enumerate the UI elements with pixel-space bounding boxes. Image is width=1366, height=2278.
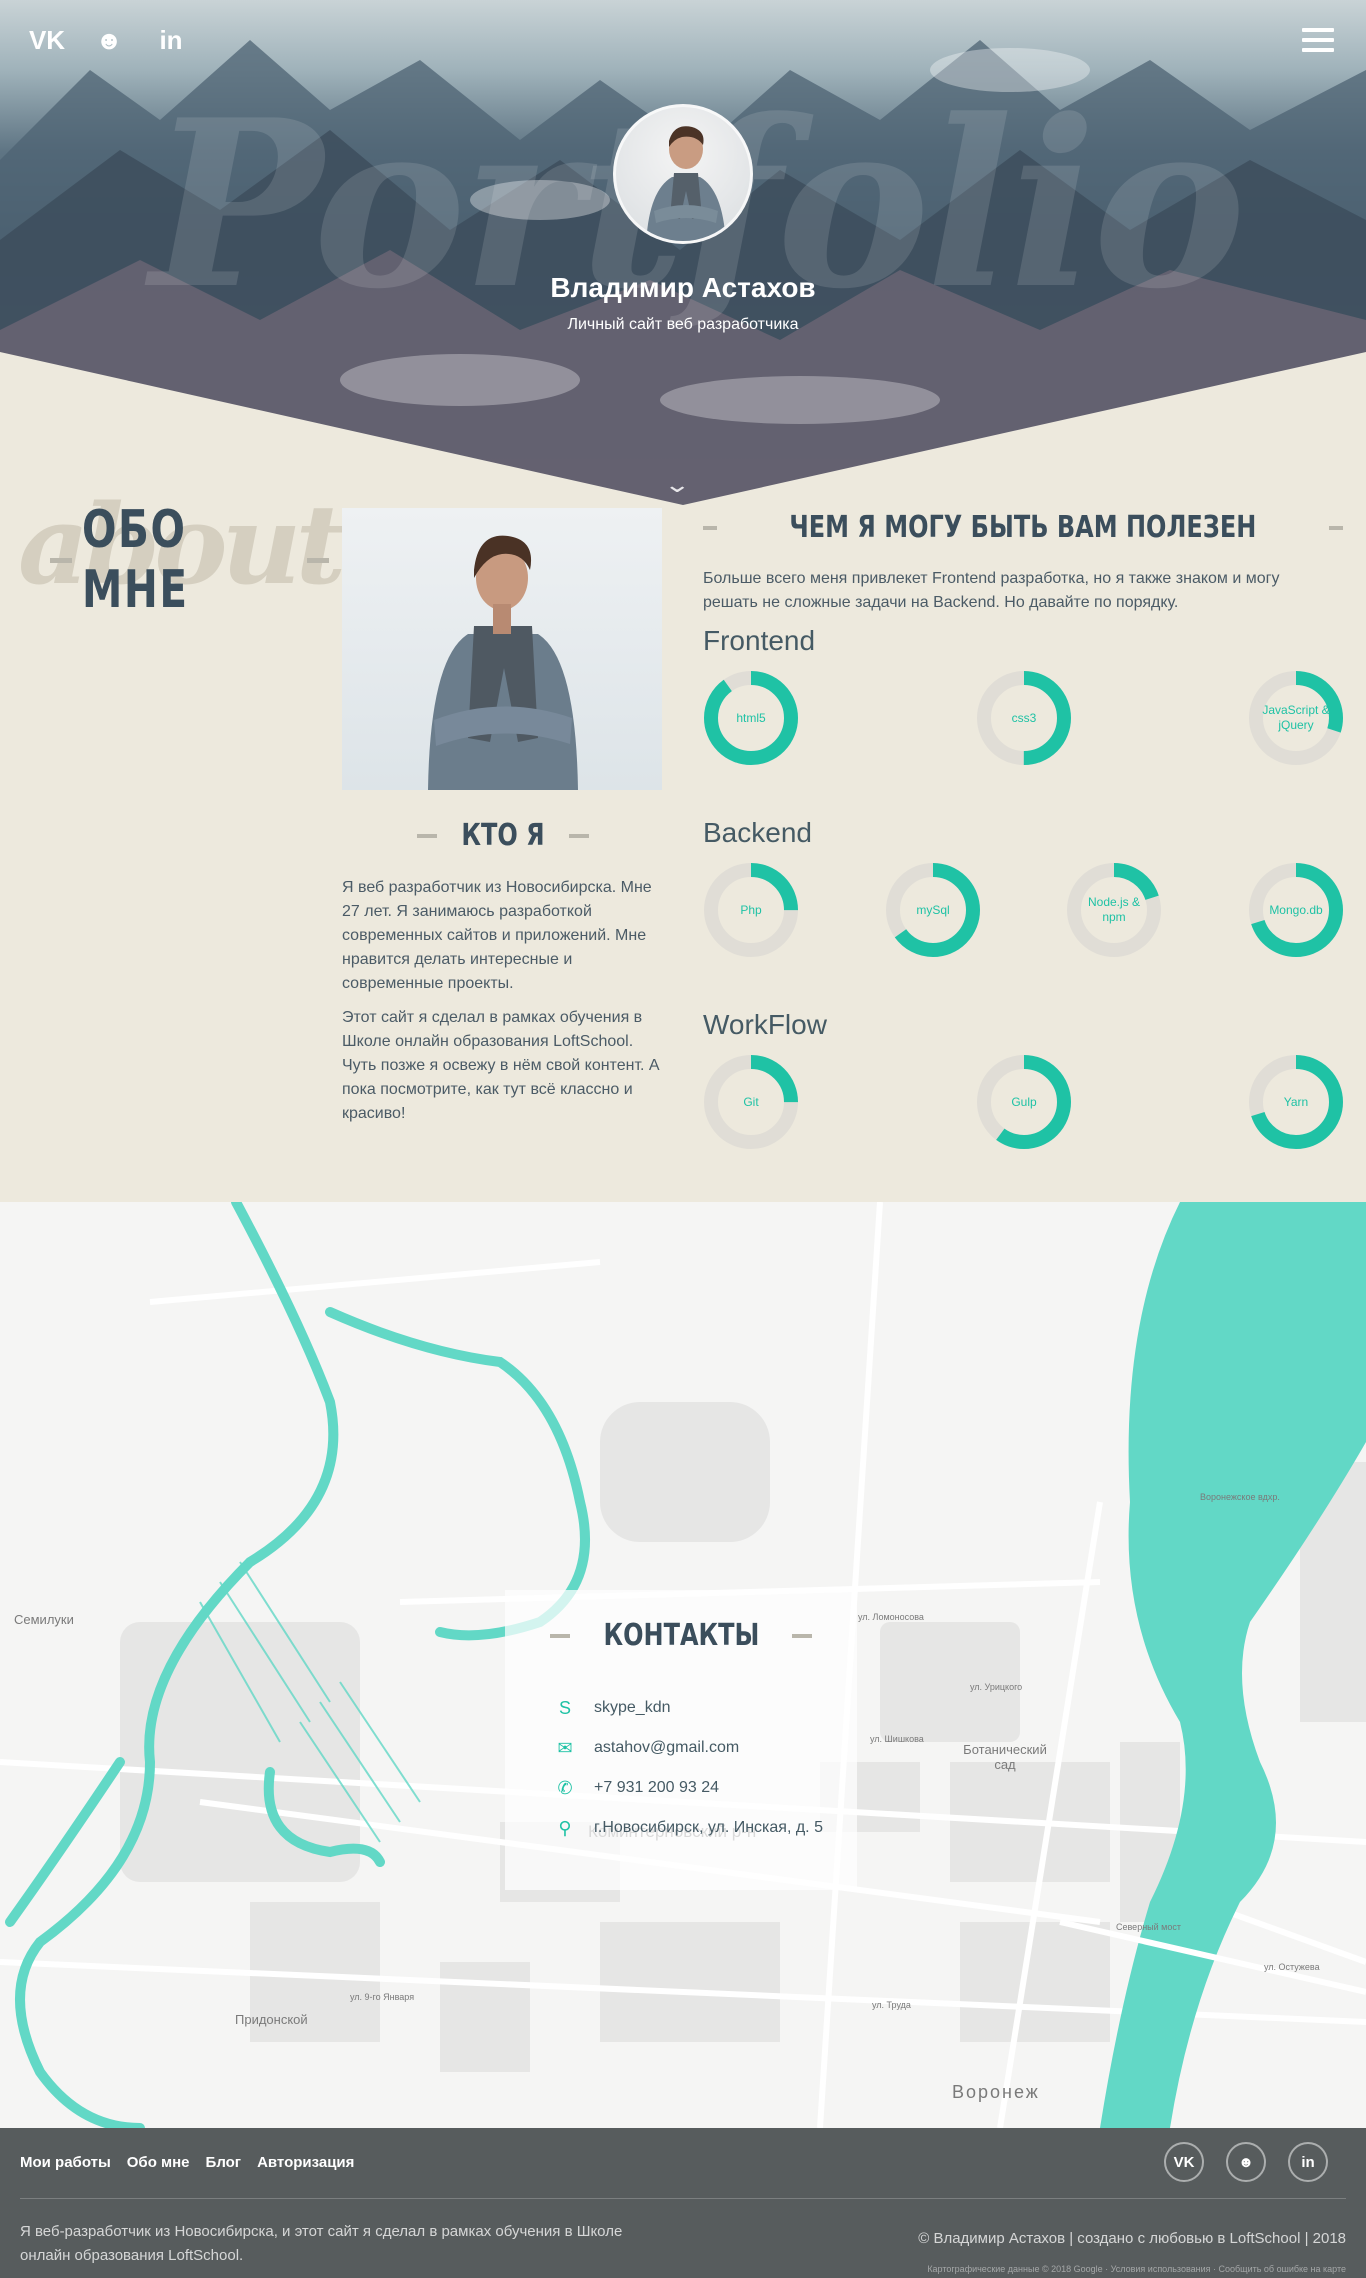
- skill-label: css3: [1011, 710, 1037, 725]
- map-label: ул. Шишкова: [870, 1734, 924, 1744]
- skill-donut: Yarn: [1248, 1054, 1344, 1150]
- skill-label: html5: [736, 710, 766, 725]
- footer-nav-link[interactable]: Авторизация: [257, 2154, 354, 2171]
- contact-value: astahov@gmail.com: [594, 1739, 740, 1756]
- map-credit: Картографические данные © 2018 Google · …: [927, 2264, 1346, 2274]
- map-label: ул. Ломоносова: [858, 1612, 924, 1622]
- who-paragraph: Я веб разработчик из Новосибирска. Мне 2…: [342, 879, 652, 992]
- contact-row: ✆ +7 931 200 93 24: [550, 1768, 823, 1808]
- title-dash: [1328, 525, 1343, 530]
- contact-list: Sskype_kdn ✉ astahov@gmail.com ✆ +7 931 200 …: [550, 1688, 823, 1848]
- footer-copyright: © Владимир Астахов | создано с любовью в…: [918, 2230, 1346, 2247]
- map-label: ул. 9-го Января: [350, 1992, 415, 2002]
- footer-nav-link[interactable]: Мои работы: [20, 2154, 111, 2171]
- footer-divider: [20, 2198, 1346, 2199]
- title-dash: [549, 1633, 570, 1638]
- contact-row: Sskype_kdn: [550, 1688, 823, 1728]
- skill-donut: css3: [976, 670, 1072, 766]
- contact-row: ✉ astahov@gmail.com: [550, 1728, 823, 1768]
- footer-about-text: Я веб-разработчик из Новосибирска, и это…: [20, 2223, 623, 2264]
- skill-donut: mySql: [885, 862, 981, 958]
- who-title: КТО Я: [461, 818, 545, 853]
- skill-donut: Php: [703, 862, 799, 958]
- mail-icon: ✉: [557, 1737, 573, 1758]
- map-label: ул. Труда: [872, 2000, 911, 2010]
- footer-nav-link[interactable]: Блог: [206, 2154, 242, 2171]
- contacts-heading: КОНТАКТЫ: [505, 1618, 857, 1653]
- phone-icon: ✆: [557, 1777, 573, 1798]
- contacts-card: КОНТАКТЫ Sskype_kdn ✉ astahov@gmail.com ✆ +7…: [505, 1590, 857, 1890]
- about-heading: ОБО МНЕ: [82, 500, 189, 620]
- skill-label: Gulp: [1011, 1094, 1037, 1109]
- title-dash: [416, 833, 437, 838]
- footer-nav-link[interactable]: Обо мне: [127, 2154, 190, 2171]
- map-label: Воронежское вдхр.: [1200, 1492, 1280, 1502]
- title-dash: [50, 557, 72, 563]
- about-title: ОБО МНЕ: [50, 500, 329, 620]
- title-dash: [569, 833, 590, 838]
- map-label: Придонской: [235, 2012, 308, 2027]
- map-label: ул. Урицкого: [970, 1682, 1023, 1692]
- title-dash: [703, 525, 718, 530]
- github-icon[interactable]: ☻: [1226, 2142, 1266, 2182]
- help-text: Больше всего меня привлекет Frontend раз…: [703, 570, 1280, 611]
- skill-group-title: Backend: [703, 817, 812, 848]
- skill-label: JavaScript & jQuery: [1262, 703, 1330, 732]
- skill-label: mySql: [916, 902, 950, 917]
- skill-group-title: Frontend: [703, 625, 816, 656]
- profile-photo-image: [428, 535, 578, 790]
- skill-donut: JavaScript & jQuery: [1248, 670, 1344, 766]
- map-label: Семилуки: [14, 1612, 74, 1627]
- skill-donut: Git: [703, 1054, 799, 1150]
- vk-icon[interactable]: VK: [1164, 2142, 1204, 2182]
- who-paragraph: Этот сайт я сделал в рамках обучения в Ш…: [342, 1009, 660, 1122]
- contact-value: г.Новосибирск, ул. Инская, д. 5: [594, 1819, 823, 1836]
- help-heading: ЧЕМ Я МОГУ БЫТЬ ВАМ ПОЛЕЗЕН: [703, 510, 1343, 545]
- footer: Мои работы Обо мне Блог Авторизация VK ☻ in Я…: [0, 2128, 1366, 2278]
- skill-donut: Node.js & npm: [1066, 862, 1162, 958]
- map-label: Воронеж: [952, 2082, 1040, 2102]
- footer-nav: Мои работы Обо мне Блог Авторизация: [20, 2154, 354, 2171]
- skill-label: Git: [743, 1094, 759, 1109]
- linkedin-icon[interactable]: in: [1288, 2142, 1328, 2182]
- map-label: ул. Остужева: [1264, 1962, 1320, 1972]
- help-title: ЧЕМ Я МОГУ БЫТЬ ВАМ ПОЛЕЗЕН: [789, 510, 1257, 545]
- skill-label: Yarn: [1283, 1094, 1309, 1109]
- location-icon: ⚲: [558, 1817, 572, 1838]
- map-label: Ботанический сад: [963, 1742, 1047, 1772]
- contact-value: skype_kdn: [594, 1699, 671, 1716]
- who-heading: КТО Я: [342, 818, 664, 853]
- title-dash: [792, 1633, 813, 1638]
- skype-icon: S: [558, 1697, 571, 1718]
- footer-social-links: VK ☻ in: [1164, 2142, 1328, 2182]
- profile-photo: [342, 508, 662, 790]
- skill-group-title: WorkFlow: [703, 1009, 827, 1040]
- contact-value: +7 931 200 93 24: [594, 1779, 720, 1796]
- contacts-title: КОНТАКТЫ: [603, 1618, 759, 1653]
- hero-section: Portfolio VK☻in Владимир Астахов Личный …: [0, 0, 1366, 505]
- hero-divider-shape: [0, 352, 1366, 505]
- scroll-down-chevron-icon[interactable]: ⌄: [663, 472, 691, 498]
- skill-donut: Gulp: [976, 1054, 1072, 1150]
- skill-label: Node.js & npm: [1087, 895, 1141, 924]
- skill-donut: Mongo.db: [1248, 862, 1344, 958]
- map-label: Северный мост: [1116, 1922, 1181, 1932]
- contact-row: ⚲ г.Новосибирск, ул. Инская, д. 5: [550, 1808, 823, 1848]
- title-dash: [307, 557, 329, 563]
- who-text: Я веб разработчик из Новосибирска. Мне 2…: [342, 876, 664, 1126]
- skill-label: Mongo.db: [1269, 902, 1323, 917]
- skill-donut: html5: [703, 670, 799, 766]
- skill-label: Php: [740, 902, 762, 917]
